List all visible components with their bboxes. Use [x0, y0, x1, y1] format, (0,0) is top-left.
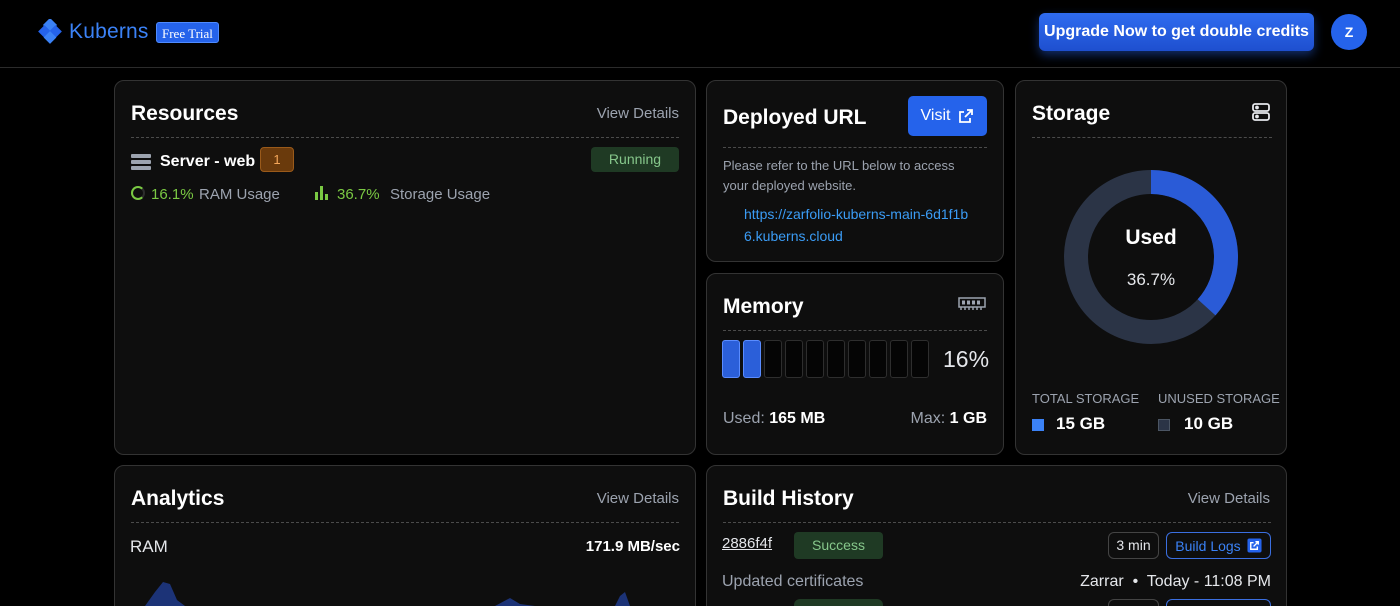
external-link-icon: [959, 109, 974, 123]
memory-max-label: Max:: [910, 410, 946, 427]
memory-chip-icon: [958, 297, 986, 310]
memory-used: Used: 165 MB: [723, 410, 825, 428]
resources-view-details-link[interactable]: View Details: [597, 105, 679, 122]
memory-meter-block: [743, 340, 761, 378]
commit-hash-link[interactable]: 2886f4f: [722, 535, 772, 552]
build-status-badge: Success: [794, 532, 883, 559]
memory-meter-block: [764, 340, 782, 378]
meta-separator: •: [1132, 573, 1139, 590]
ram-usage-chart: [115, 582, 630, 606]
memory-meter-block: [806, 340, 824, 378]
memory-max: Max: 1 GB: [911, 410, 987, 428]
storage-title: Storage: [1032, 102, 1111, 125]
divider: [723, 330, 987, 331]
memory-title: Memory: [723, 295, 804, 318]
divider: [1032, 137, 1272, 138]
ram-usage-value: 16.1%: [151, 186, 194, 203]
storage-usage-label: Storage Usage: [390, 186, 491, 203]
memory-max-value: 1 GB: [949, 410, 987, 427]
analytics-view-details-link[interactable]: View Details: [597, 490, 679, 507]
brand-name: Kuberns: [69, 20, 149, 43]
donut-center-value: 36.7%: [1126, 270, 1176, 289]
next-build-status-badge: [794, 599, 883, 606]
build-history-title: Build History: [723, 487, 854, 510]
bar-chart-icon: [315, 186, 329, 200]
ram-ring-icon: [131, 186, 145, 200]
divider: [131, 137, 679, 138]
divider: [723, 522, 1271, 523]
divider: [131, 522, 679, 523]
deployed-description: Please refer to the URL below to access …: [723, 158, 955, 193]
visit-button[interactable]: Visit: [908, 96, 987, 136]
visit-label: Visit: [920, 107, 951, 124]
storage-card: Storage Used 36.7% TOTAL STORAGE UNUSED …: [1015, 80, 1287, 455]
top-header: Kuberns Free Trial Upgrade Now to get do…: [0, 0, 1400, 68]
divider: [723, 147, 987, 148]
memory-meter-block: [869, 340, 887, 378]
next-build-logs-button[interactable]: [1166, 599, 1271, 606]
ram-usage-label: RAM Usage: [199, 186, 280, 203]
build-logs-button[interactable]: Build Logs: [1166, 532, 1271, 559]
storage-donut-chart: [1064, 170, 1238, 344]
external-link-icon: [1247, 538, 1262, 553]
analytics-title: Analytics: [131, 487, 225, 510]
storage-usage-value: 36.7%: [337, 186, 380, 203]
database-icon: [1252, 103, 1270, 121]
memory-used-value: 165 MB: [769, 410, 826, 427]
upgrade-button[interactable]: Upgrade Now to get double credits: [1039, 13, 1314, 51]
server-name[interactable]: Server - web: [160, 153, 255, 171]
commit-meta: Zarrar • Today - 11:08 PM: [1080, 573, 1271, 591]
commit-author: Zarrar: [1080, 573, 1124, 590]
kuberns-diamond-icon: [38, 19, 62, 44]
next-build-duration-badge: [1108, 599, 1159, 606]
deployed-url-link[interactable]: https://zarfolio-kuberns-main-6d1f1b6.ku…: [744, 203, 974, 247]
server-count-badge: 1: [260, 147, 294, 172]
build-duration-badge: 3 min: [1108, 532, 1159, 559]
build-history-view-details-link[interactable]: View Details: [1188, 490, 1270, 507]
total-storage-value: 15 GB: [1056, 414, 1106, 433]
unused-storage-legend-swatch: [1158, 419, 1170, 431]
memory-meter-block: [827, 340, 845, 378]
memory-meter-block: [785, 340, 803, 378]
donut-center-label: Used: [1125, 226, 1177, 249]
resources-card: Resources View Details Server - web 1 Ru…: [114, 80, 696, 455]
unused-storage-label: UNUSED STORAGE: [1158, 391, 1280, 406]
build-logs-label: Build Logs: [1175, 537, 1241, 554]
memory-percent: 16%: [943, 346, 990, 372]
commit-time: Today - 11:08 PM: [1146, 573, 1271, 590]
memory-meter-block: [890, 340, 908, 378]
free-trial-badge: Free Trial: [156, 22, 219, 43]
analytics-metric-value: 171.9 MB/sec: [585, 538, 680, 555]
unused-storage-value: 10 GB: [1184, 414, 1234, 433]
server-icon: [131, 154, 151, 172]
memory-usage-meter: [722, 340, 929, 378]
build-history-card: Build History View Details 2886f4f Succe…: [706, 465, 1287, 606]
analytics-metric-label: RAM: [130, 537, 168, 556]
memory-card: Memory 16% Used: 165 MB Max: 1 GB: [706, 273, 1004, 455]
deployed-title: Deployed URL: [723, 106, 867, 129]
brand-logo[interactable]: Kuberns: [37, 19, 149, 45]
deployed-url-card: Deployed URL Visit Please refer to the U…: [706, 80, 1004, 262]
analytics-card: Analytics View Details RAM 171.9 MB/sec: [114, 465, 696, 606]
memory-used-label: Used:: [723, 410, 765, 427]
status-badge: Running: [591, 147, 679, 172]
user-avatar[interactable]: Z: [1331, 14, 1367, 50]
memory-meter-block: [722, 340, 740, 378]
total-storage-label: TOTAL STORAGE: [1032, 391, 1140, 406]
commit-message: Updated certificates: [722, 573, 864, 590]
memory-meter-block: [911, 340, 929, 378]
ram-chart-area: [115, 582, 630, 606]
total-storage-legend-swatch: [1032, 419, 1044, 431]
resources-title: Resources: [131, 102, 239, 125]
memory-meter-block: [848, 340, 866, 378]
